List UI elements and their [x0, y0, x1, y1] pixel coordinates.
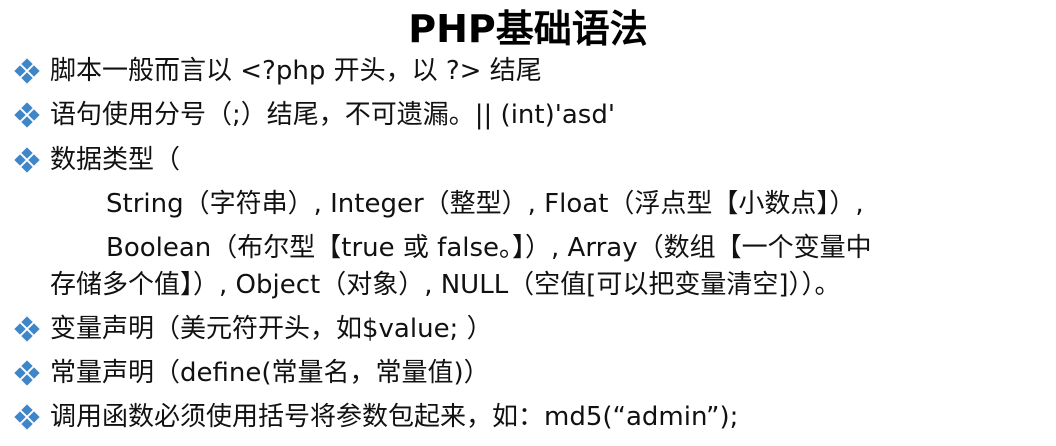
slide-title: PHP基础语法	[408, 7, 648, 51]
datatype-line: Boolean（布尔型【true 或 false。】）, Array（数组【一个…	[106, 233, 872, 263]
bullet-text: 常量声明（define(常量名，常量值)）	[50, 358, 490, 388]
diamond-bullet-icon	[14, 58, 40, 84]
bullet-item: 常量声明（define(常量名，常量值)）	[14, 356, 490, 390]
bullet-text: 语句使用分号（;）结尾，不可遗漏。|| (int)'asd'	[50, 100, 616, 130]
slide: PHP基础语法 脚本一般而言以 <?php 开头，以 ?> 结尾 语句使用分号（…	[0, 0, 1056, 446]
bullet-text: 脚本一般而言以 <?php 开头，以 ?> 结尾	[50, 56, 542, 86]
bullet-item: 数据类型（	[14, 143, 181, 177]
bullet-text: 变量声明（美元符开头，如$value; ）	[50, 314, 493, 344]
diamond-bullet-icon	[14, 360, 40, 386]
bullet-item: 语句使用分号（;）结尾，不可遗漏。|| (int)'asd'	[14, 98, 616, 132]
bullet-item: 脚本一般而言以 <?php 开头，以 ?> 结尾	[14, 54, 542, 88]
bullet-text: 调用函数必须使用括号将参数包起来，如：md5(“admin”);	[50, 402, 739, 432]
bullet-item: 调用函数必须使用括号将参数包起来，如：md5(“admin”);	[14, 400, 739, 434]
diamond-bullet-icon	[14, 404, 40, 430]
diamond-bullet-icon	[14, 316, 40, 342]
diamond-bullet-icon	[14, 147, 40, 173]
diamond-bullet-icon	[14, 102, 40, 128]
datatype-line: String（字符串）, Integer（整型）, Float（浮点型【小数点】…	[106, 189, 864, 219]
bullet-text: 数据类型（	[50, 145, 181, 175]
datatype-line: 存储多个值】）, Object（对象）, NULL（空值[可以把变量清空]））。	[50, 270, 841, 300]
bullet-item: 变量声明（美元符开头，如$value; ）	[14, 312, 493, 346]
